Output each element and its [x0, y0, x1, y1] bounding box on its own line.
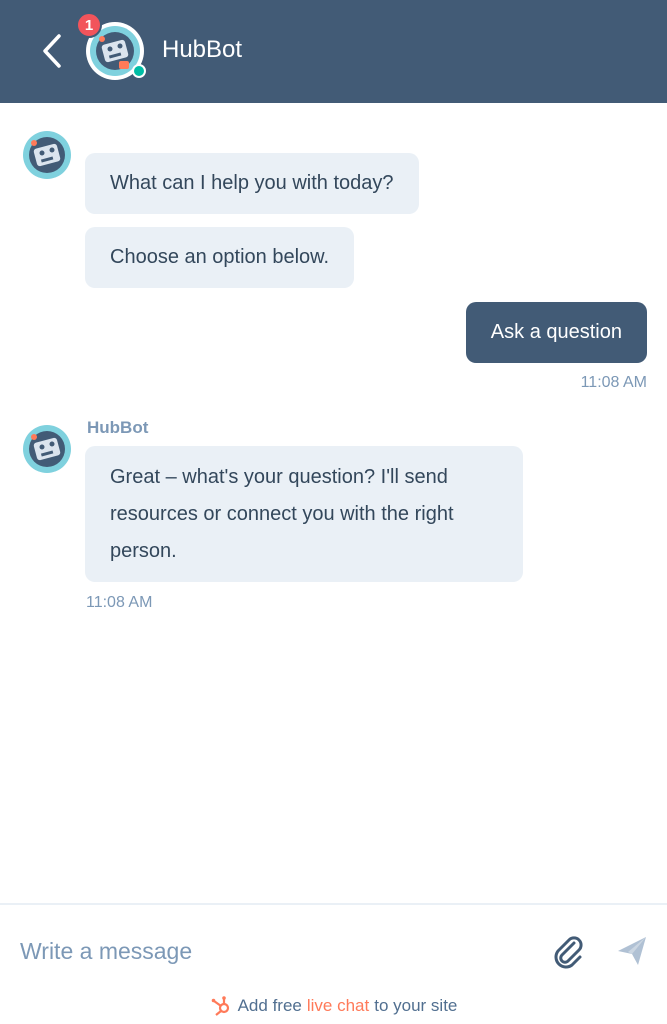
header-avatar: 1 — [76, 12, 146, 80]
attach-button[interactable] — [550, 933, 586, 969]
bot-message: Choose an option below. — [85, 227, 355, 288]
paper-plane-icon — [618, 937, 646, 965]
page-title: HubBot — [162, 36, 243, 63]
hubspot-sprocket-icon — [211, 996, 229, 1016]
chevron-left-icon — [43, 34, 61, 68]
bot-avatar — [22, 424, 72, 474]
message-composer — [0, 903, 667, 993]
chat-header: 1 HubBot — [0, 0, 667, 103]
message-text: Great – what's your question? I'll send … — [110, 466, 454, 562]
back-button[interactable] — [34, 30, 70, 72]
bot-avatar — [22, 130, 72, 180]
message-text: What can I help you with today? — [110, 172, 394, 194]
footer-suffix: to your site — [374, 996, 458, 1015]
user-message: Ask a question — [465, 302, 647, 363]
online-status-indicator — [132, 64, 146, 78]
bot-message: What can I help you with today? — [85, 153, 419, 214]
paperclip-icon — [554, 936, 583, 969]
message-text: Choose an option below. — [110, 246, 330, 268]
live-chat-link[interactable]: live chat — [307, 996, 369, 1016]
message-input[interactable] — [20, 931, 520, 971]
message-timestamp: 11:08 AM — [86, 594, 153, 611]
message-timestamp: 11:08 AM — [580, 374, 647, 391]
footer-branding: Add free live chat to your site — [0, 993, 667, 1019]
bot-message: Great – what's your question? I'll send … — [85, 446, 523, 582]
robot-icon — [23, 131, 71, 179]
message-text: Ask a question — [490, 321, 622, 343]
notification-badge: 1 — [76, 12, 102, 38]
sender-name: HubBot — [87, 418, 149, 437]
robot-icon — [23, 425, 71, 473]
send-button[interactable] — [614, 933, 650, 969]
footer-prefix: Add free — [237, 996, 302, 1015]
